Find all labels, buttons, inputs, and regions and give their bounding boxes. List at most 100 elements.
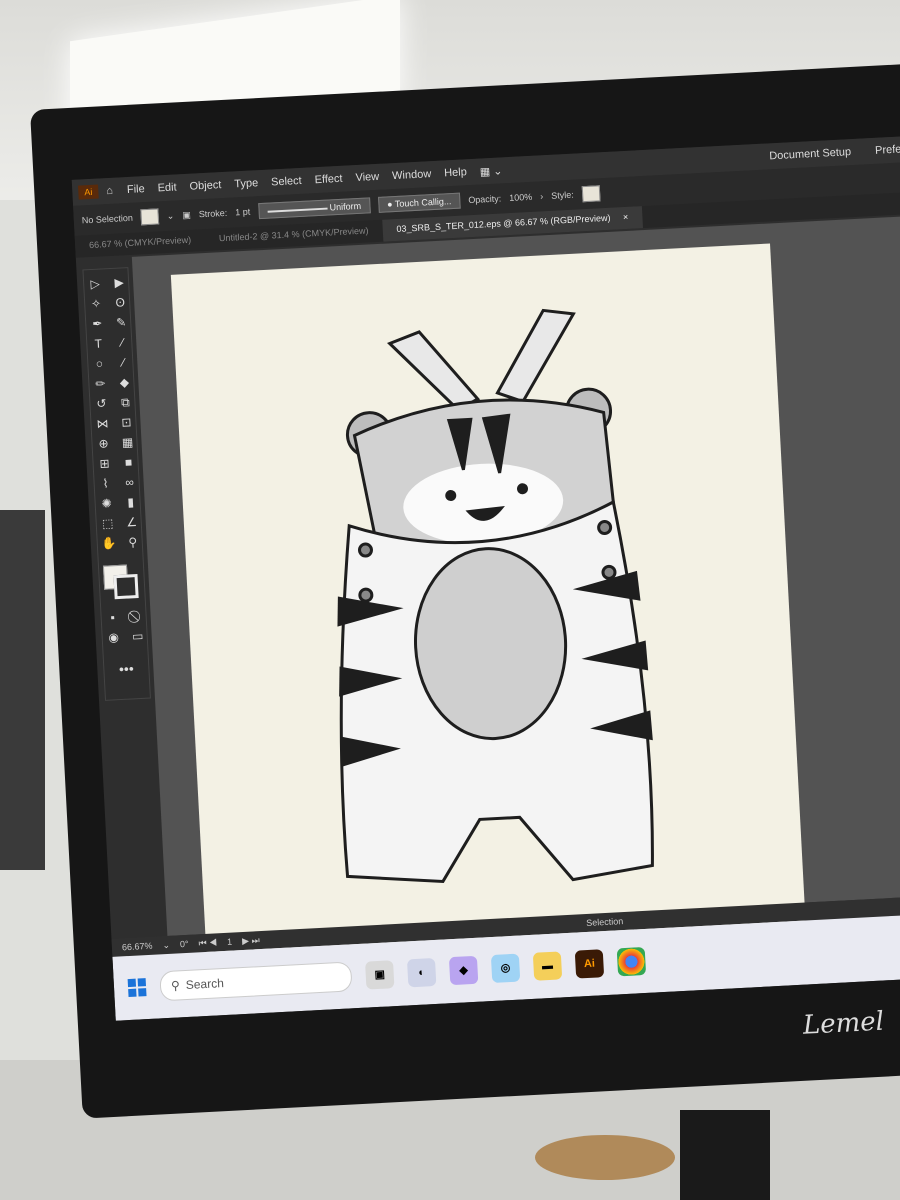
- menu-file[interactable]: File: [127, 183, 145, 196]
- hand-tool-icon[interactable]: ✋: [99, 535, 118, 552]
- style-label: Style:: [550, 189, 574, 201]
- windows-start-icon[interactable]: [127, 978, 147, 998]
- canvas-area[interactable]: [131, 214, 900, 954]
- blend-tool-icon[interactable]: ∞: [120, 474, 139, 491]
- monitor-brand-logo: Lemel: [802, 1006, 885, 1041]
- tiger-overalls-illustration[interactable]: [171, 243, 806, 953]
- curvature-tool-icon[interactable]: ✎: [112, 314, 131, 331]
- direct-selection-tool-icon[interactable]: ▶: [110, 274, 129, 291]
- line-tool-icon[interactable]: ⁄: [113, 334, 132, 351]
- mesh-tool-icon[interactable]: ⊞: [95, 455, 114, 472]
- scale-tool-icon[interactable]: ⧉: [116, 394, 135, 411]
- menu-help[interactable]: Help: [444, 166, 467, 179]
- file-explorer-icon[interactable]: ▬: [532, 951, 563, 981]
- menu-object[interactable]: Object: [189, 179, 221, 193]
- menu-type[interactable]: Type: [234, 177, 258, 190]
- chevron-down-icon[interactable]: ⌄: [166, 210, 174, 221]
- workspace-switcher-icon[interactable]: ▦ ⌄: [479, 164, 502, 178]
- preferences-button[interactable]: Preferen: [875, 143, 900, 157]
- gradient-tool-icon[interactable]: ■: [119, 454, 138, 471]
- opacity-label: Opacity:: [468, 193, 502, 206]
- button: [357, 542, 373, 558]
- artboard-nav-prev-icon[interactable]: ⏮ ◀: [198, 937, 217, 949]
- perspective-grid-tool-icon[interactable]: ▦: [118, 434, 137, 451]
- pencil-tool-icon[interactable]: ✏: [91, 375, 110, 392]
- rotate-tool-icon[interactable]: ↺: [92, 395, 111, 412]
- symbol-sprayer-tool-icon[interactable]: ✺: [97, 495, 116, 512]
- column-graph-tool-icon[interactable]: ▮: [121, 494, 140, 511]
- pen-tool-icon[interactable]: ✒: [88, 315, 107, 332]
- zoom-tool-icon[interactable]: ⚲: [123, 534, 142, 551]
- home-icon[interactable]: ⌂: [106, 185, 113, 197]
- fill-stroke-control[interactable]: [102, 564, 139, 600]
- search-icon: ⚲: [170, 978, 181, 993]
- menu-effect[interactable]: Effect: [314, 173, 343, 186]
- stroke-label: Stroke:: [198, 207, 228, 220]
- taskbar-search[interactable]: ⚲ Search: [159, 961, 353, 1002]
- illustrator-taskbar-icon[interactable]: Ai: [574, 949, 605, 979]
- current-tool-label: Selection: [586, 916, 624, 928]
- widgets-icon[interactable]: ◐: [406, 957, 437, 988]
- button: [597, 519, 613, 535]
- none-color-icon[interactable]: ⃠: [127, 608, 146, 625]
- chevron-right-icon[interactable]: ›: [540, 191, 544, 201]
- eyedropper-tool-icon[interactable]: ⌇: [96, 475, 115, 492]
- background-object: [0, 510, 45, 870]
- stroke-weight-input[interactable]: 1 pt: [235, 207, 251, 218]
- right-strap: [495, 308, 576, 404]
- stroke-swatch-icon[interactable]: ▣: [182, 209, 191, 220]
- artboard[interactable]: [170, 243, 806, 954]
- artboard-tool-icon[interactable]: ⬚: [98, 515, 117, 532]
- menu-window[interactable]: Window: [392, 168, 432, 182]
- monitor-stand: [680, 1110, 770, 1200]
- brush-label: Touch Callig...: [394, 196, 452, 210]
- chevron-down-icon[interactable]: ⌄: [162, 939, 170, 950]
- shape-builder-tool-icon[interactable]: ⊕: [94, 435, 113, 452]
- photo-scene: Ai ⌂ File Edit Object Type Select Effect…: [0, 0, 900, 1200]
- ellipse-tool-icon[interactable]: ○: [90, 355, 109, 372]
- menu-select[interactable]: Select: [271, 175, 302, 189]
- app-logo: Ai: [78, 184, 99, 200]
- magic-wand-tool-icon[interactable]: ✧: [87, 295, 106, 312]
- stroke-preview: [267, 207, 328, 213]
- right-eye: [516, 483, 528, 495]
- fill-swatch[interactable]: [140, 208, 160, 226]
- copilot-icon[interactable]: ◆: [448, 955, 479, 986]
- variable-width-profile[interactable]: Uniform: [257, 197, 371, 220]
- edge-browser-icon[interactable]: ◎: [490, 953, 521, 984]
- close-icon[interactable]: ×: [623, 212, 629, 222]
- brush-definition[interactable]: ● Touch Callig...: [377, 192, 461, 213]
- left-strap: [386, 330, 481, 412]
- screen-mode-icon[interactable]: ▭: [128, 628, 147, 645]
- zoom-level-input[interactable]: 66.67%: [122, 941, 153, 953]
- stroke-color-box[interactable]: [113, 574, 139, 600]
- cork-coaster: [535, 1135, 675, 1180]
- type-tool-icon[interactable]: T: [89, 335, 108, 352]
- document-setup-button[interactable]: Document Setup: [769, 146, 851, 162]
- button: [358, 587, 374, 603]
- lasso-tool-icon[interactable]: ʘ: [111, 294, 130, 311]
- more-tools-icon[interactable]: •••: [104, 660, 149, 678]
- opacity-input[interactable]: 100%: [509, 192, 533, 203]
- draw-mode-icon[interactable]: ◉: [104, 629, 123, 646]
- style-swatch[interactable]: [581, 185, 601, 203]
- task-view-icon[interactable]: ▣: [365, 960, 395, 990]
- selection-status: No Selection: [81, 212, 134, 226]
- menu-edit[interactable]: Edit: [157, 181, 177, 194]
- width-tool-icon[interactable]: ⋈: [93, 415, 112, 432]
- paintbrush-tool-icon[interactable]: ∕: [114, 354, 133, 371]
- button: [601, 564, 617, 580]
- screen: Ai ⌂ File Edit Object Type Select Effect…: [71, 134, 900, 1021]
- search-placeholder: Search: [185, 976, 225, 993]
- rotation-input[interactable]: 0°: [180, 939, 189, 949]
- chrome-icon[interactable]: [616, 946, 647, 977]
- selection-tool-icon[interactable]: ▷: [86, 275, 105, 292]
- slice-tool-icon[interactable]: ∠: [122, 514, 141, 531]
- monitor: Ai ⌂ File Edit Object Type Select Effect…: [30, 62, 900, 1119]
- color-mode-icon[interactable]: ▪: [103, 609, 122, 626]
- eraser-tool-icon[interactable]: ◆: [115, 374, 134, 391]
- menu-view[interactable]: View: [355, 171, 379, 184]
- artboard-number-input[interactable]: 1: [227, 937, 233, 947]
- artboard-nav-next-icon[interactable]: ▶ ⏭: [242, 935, 260, 947]
- free-transform-tool-icon[interactable]: ⊡: [117, 414, 136, 431]
